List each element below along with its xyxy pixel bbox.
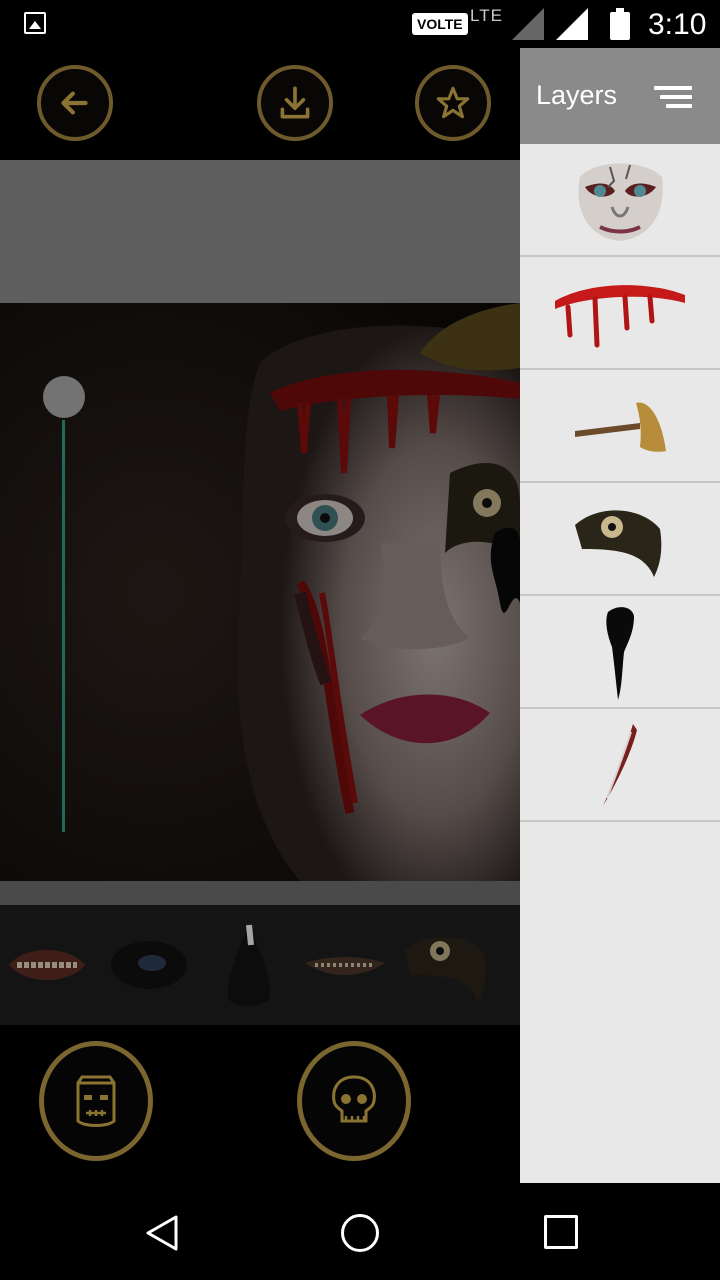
recent-square-icon[interactable] <box>544 1215 578 1249</box>
layer-item-scar[interactable] <box>520 709 720 822</box>
layer-item-axe[interactable] <box>520 370 720 483</box>
layers-title: Layers <box>536 80 618 110</box>
strip-dim-overlay <box>0 905 520 1025</box>
skull-icon <box>332 1075 376 1123</box>
layer-thumb-black-drip <box>606 606 634 700</box>
layers-panel: Layers <box>520 48 720 1183</box>
layer-thumb-blood <box>555 284 685 347</box>
volte-badge: VOLTE <box>412 13 468 35</box>
back-button[interactable] <box>37 65 113 141</box>
layer-thumb-axe <box>575 402 666 452</box>
bottom-tools <box>0 1025 520 1183</box>
download-icon <box>280 86 310 119</box>
canvas-bottom-padding <box>0 881 520 905</box>
skull-category-button[interactable] <box>297 1041 411 1161</box>
favorite-button[interactable] <box>415 65 491 141</box>
layer-item-zombie-face[interactable] <box>520 144 720 257</box>
star-icon <box>436 86 470 119</box>
status-bar: VOLTE LTE 3:10 <box>0 0 720 48</box>
canvas-top-padding <box>0 160 520 303</box>
sticker-strip[interactable] <box>0 905 520 1025</box>
sort-lines-icon[interactable] <box>654 86 692 108</box>
top-toolbar <box>0 48 520 160</box>
arrow-left-icon <box>61 91 88 115</box>
layer-thumb-zombie-face <box>578 163 663 241</box>
frankenstein-category-button[interactable] <box>39 1041 153 1161</box>
opacity-slider-track[interactable] <box>62 420 65 832</box>
signal-icon-1 <box>512 8 544 40</box>
home-circle-icon[interactable] <box>341 1214 379 1252</box>
download-button[interactable] <box>257 65 333 141</box>
opacity-slider-thumb[interactable] <box>43 376 85 418</box>
signal-icon-2 <box>556 8 588 40</box>
battery-icon <box>610 8 630 40</box>
layer-item-dark-eye[interactable] <box>520 483 720 596</box>
layers-header: Layers <box>520 48 720 144</box>
layer-item-black-drip[interactable] <box>520 596 720 709</box>
layer-thumb-scar <box>603 723 637 806</box>
layer-item-blood-forehead[interactable] <box>520 257 720 370</box>
gallery-notification-icon <box>24 12 46 34</box>
frankenstein-icon <box>76 1075 116 1127</box>
navigation-bar <box>0 1183 720 1280</box>
lte-indicator: LTE <box>470 6 503 25</box>
layer-thumb-dark-eye <box>575 509 662 577</box>
status-time: 3:10 <box>648 8 707 41</box>
back-triangle-icon[interactable] <box>142 1213 182 1253</box>
